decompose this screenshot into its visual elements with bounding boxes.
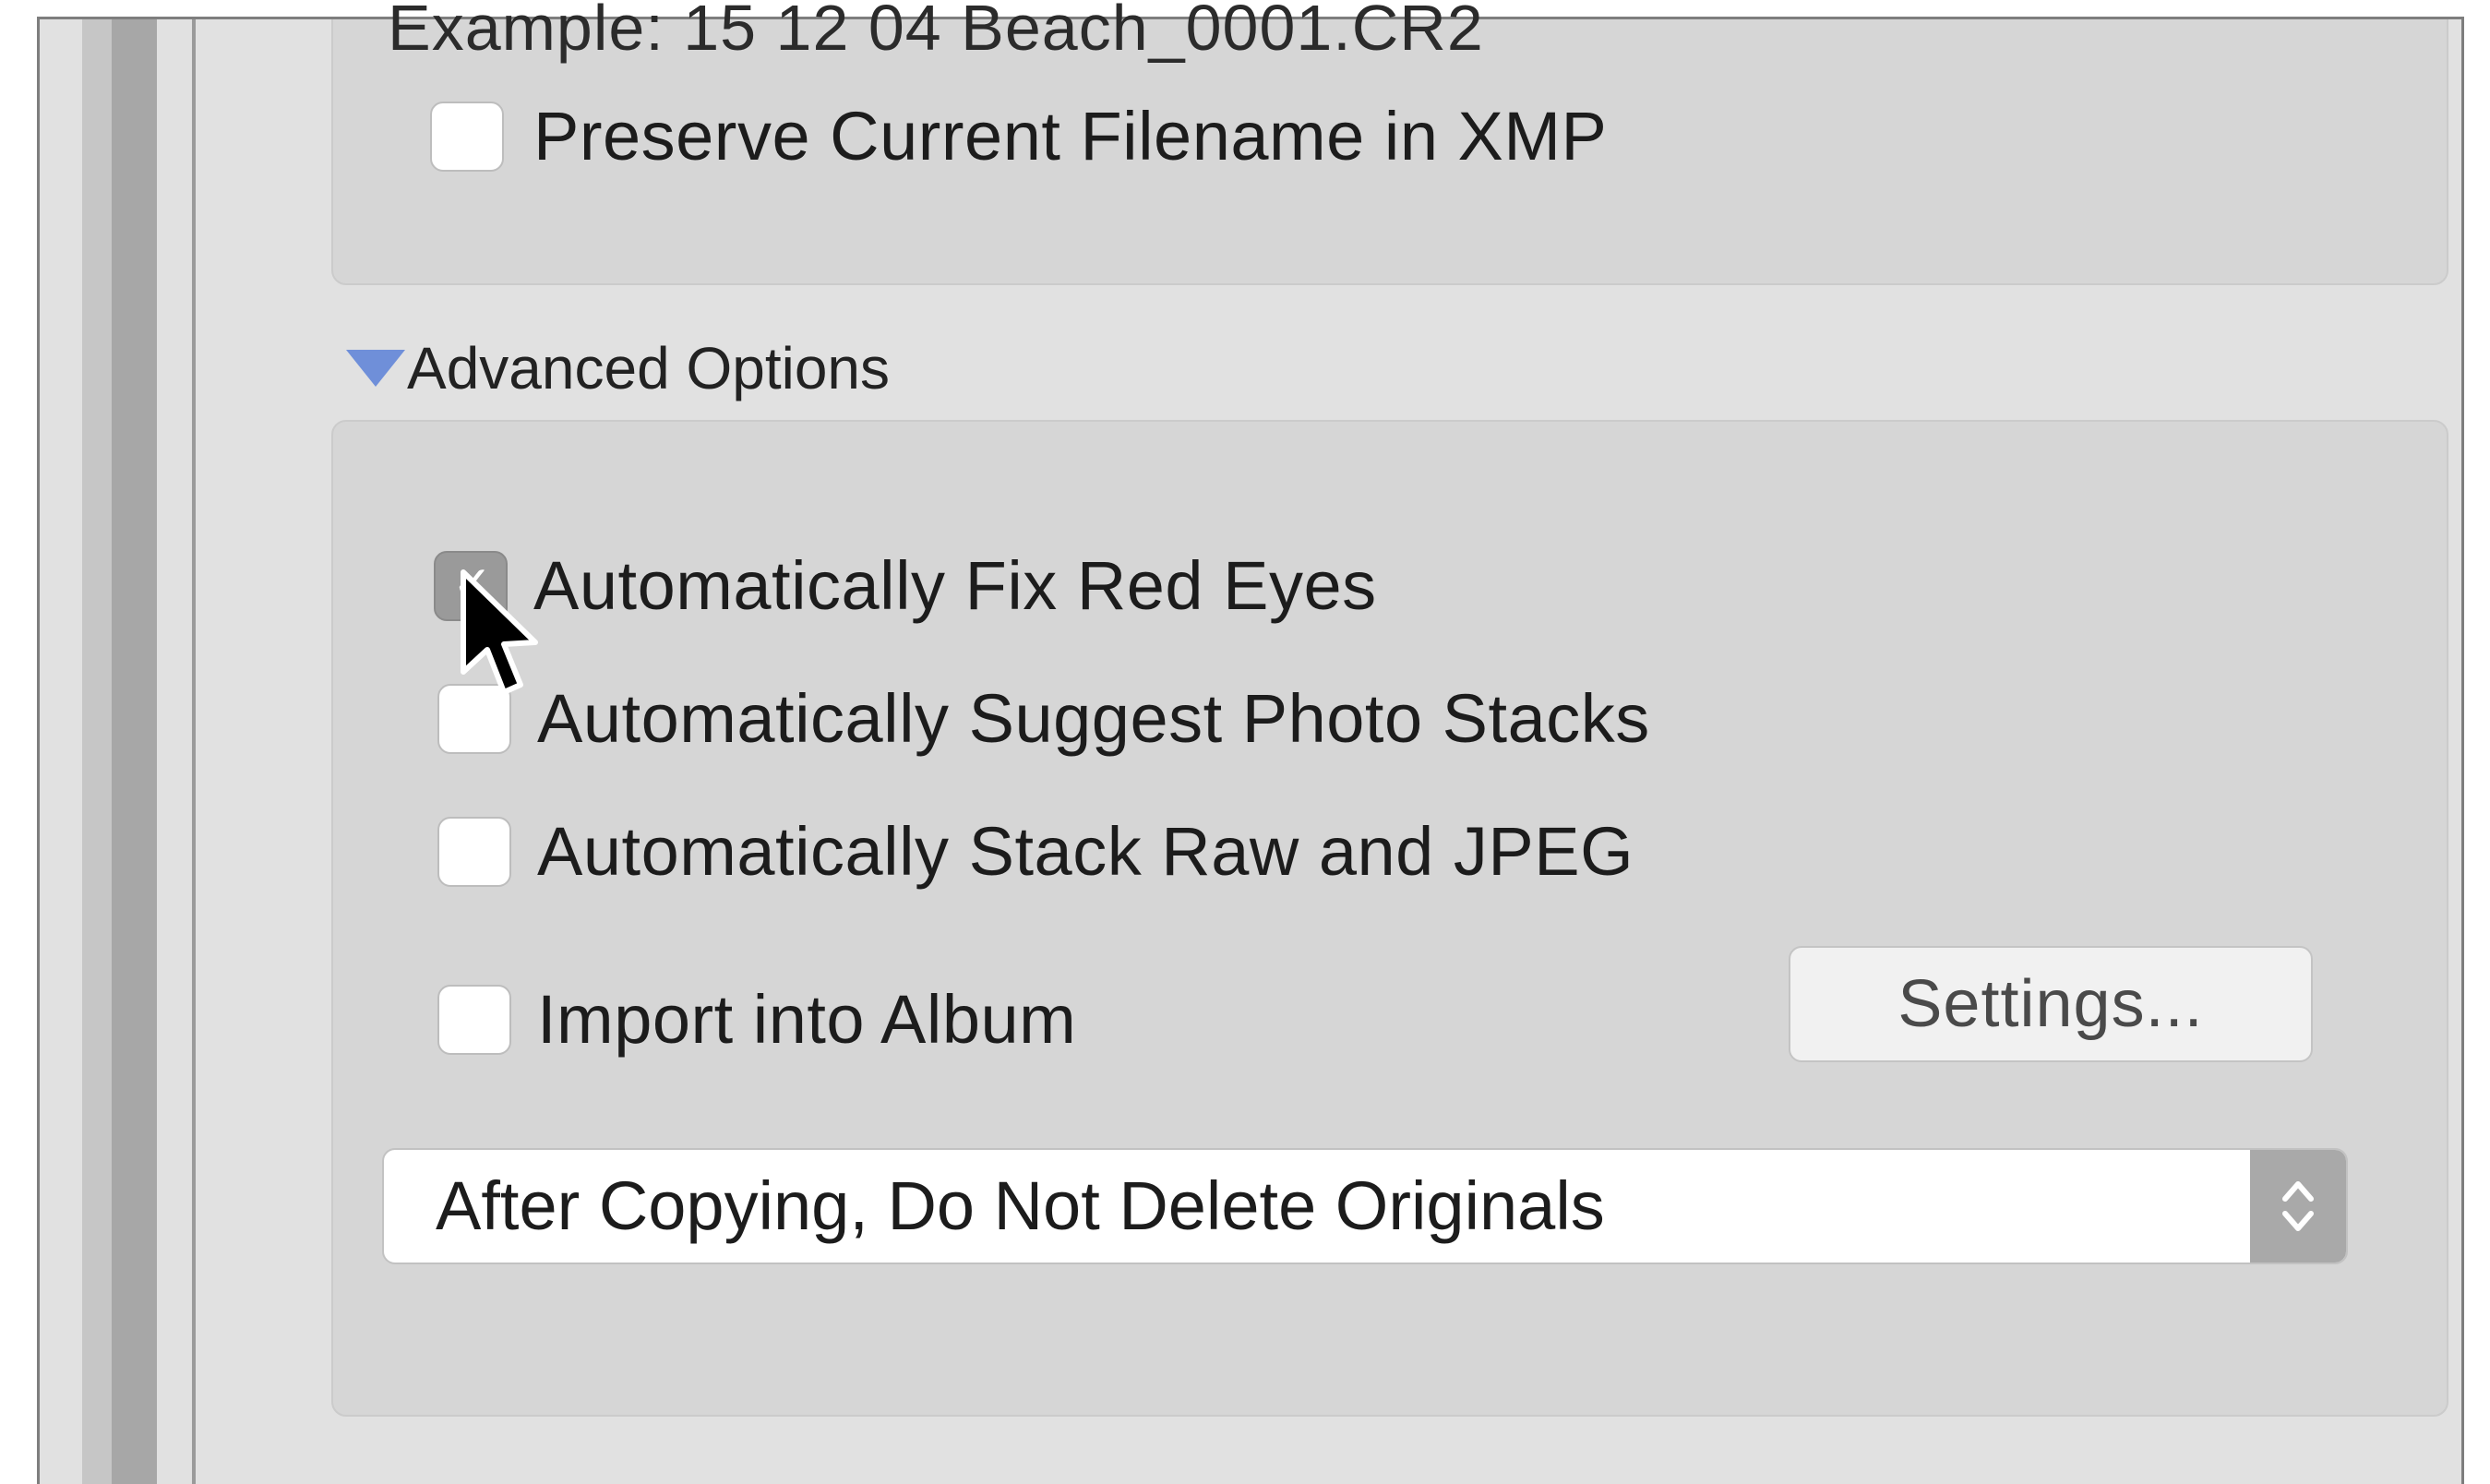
advanced-options-label: Advanced Options <box>407 335 890 401</box>
stack-raw-jpeg-checkbox[interactable] <box>437 816 511 887</box>
stack-raw-jpeg-row[interactable]: Automatically Stack Raw and JPEG <box>437 812 1634 891</box>
disclosure-triangle-icon[interactable] <box>346 350 405 387</box>
preserve-filename-checkbox[interactable] <box>430 101 504 172</box>
rename-example-text: Example: 15 12 04 Beach_0001.CR2 <box>388 0 1484 64</box>
suggest-stacks-row[interactable]: Automatically Suggest Photo Stacks <box>437 679 1650 758</box>
fix-red-eyes-label: Automatically Fix Red Eyes <box>533 547 1377 624</box>
mouse-pointer-icon <box>461 569 538 695</box>
fix-red-eyes-row[interactable]: Automatically Fix Red Eyes <box>434 546 1377 625</box>
stack-raw-jpeg-label: Automatically Stack Raw and JPEG <box>537 813 1634 890</box>
after-copying-select[interactable]: After Copying, Do Not Delete Originals <box>382 1148 2348 1264</box>
album-settings-button[interactable]: Settings... <box>1789 946 2313 1062</box>
import-into-album-label: Import into Album <box>537 981 1077 1058</box>
import-into-album-row[interactable]: Import into Album <box>437 980 1076 1059</box>
panel-divider <box>192 19 196 1484</box>
preserve-filename-label: Preserve Current Filename in XMP <box>533 98 1608 174</box>
sidebar-edge-dark <box>112 19 157 1484</box>
preserve-filename-row[interactable]: Preserve Current Filename in XMP <box>430 97 1607 175</box>
after-copying-value: After Copying, Do Not Delete Originals <box>436 1167 1605 1244</box>
import-into-album-checkbox[interactable] <box>437 984 511 1055</box>
advanced-options-disclosure[interactable]: Advanced Options <box>346 334 890 402</box>
popup-arrows-icon[interactable] <box>2250 1150 2346 1263</box>
sidebar-edge <box>82 19 112 1484</box>
suggest-stacks-label: Automatically Suggest Photo Stacks <box>537 680 1650 757</box>
